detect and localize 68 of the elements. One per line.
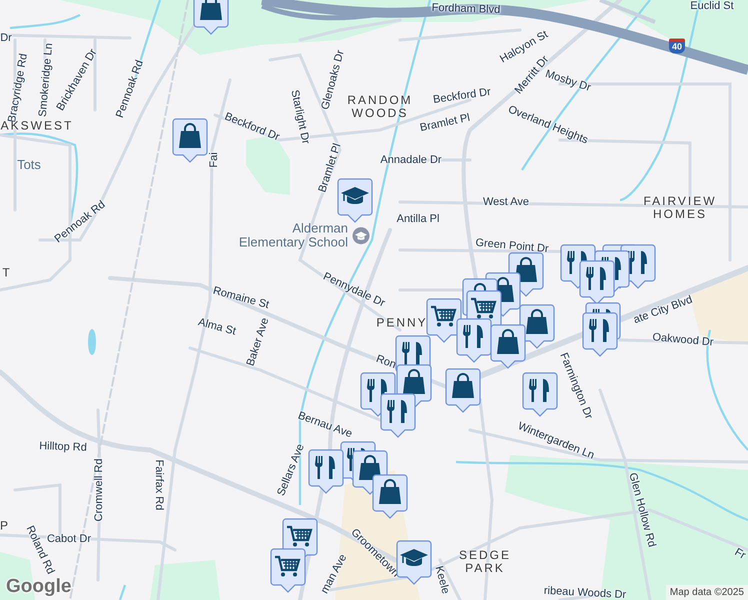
fork-and-knife-icon xyxy=(387,400,407,423)
street-label: Antilla Pl xyxy=(396,212,440,226)
street-label: Ron xyxy=(374,352,398,372)
graduation-cap-icon xyxy=(352,227,370,245)
street-label: Sellars Ave xyxy=(275,442,307,498)
map-attribution: Map data ©2025 xyxy=(666,585,748,600)
street-label: Beckford Dr xyxy=(432,86,492,106)
shopping-bag-icon xyxy=(379,479,401,504)
park-area xyxy=(150,560,220,600)
street-label: Bernau Ave xyxy=(296,410,354,440)
street-label: ate City Blvd xyxy=(632,294,694,326)
neighborhood-label: PENNY xyxy=(376,316,428,330)
street-label: Fairfax Rd xyxy=(152,460,166,510)
street-label: Alma St xyxy=(196,316,238,338)
street-label: Dr xyxy=(0,32,12,44)
street-label: man Ave xyxy=(318,552,350,596)
shopping-bag-icon xyxy=(497,329,519,354)
street-label: Cromwell Rd xyxy=(92,458,106,522)
fork-and-knife-icon xyxy=(402,342,422,365)
shopping-cart-icon xyxy=(471,298,496,318)
graduation-cap-icon xyxy=(400,549,428,566)
street-label: Bramlet Pl xyxy=(418,112,472,134)
street-label: Fai xyxy=(208,152,220,168)
neighborhood-label: RANDOM WOODS xyxy=(347,94,413,120)
stream xyxy=(118,584,126,600)
map-logo: Google xyxy=(6,576,72,598)
pond xyxy=(88,329,96,355)
shopping-cart-icon xyxy=(431,306,456,326)
street-label: Smokeridge Ln xyxy=(36,42,56,118)
street-label: Glenoaks Dr xyxy=(319,48,347,112)
street-label: Fordham Blvd xyxy=(432,2,500,16)
fork-and-knife-icon xyxy=(586,267,606,290)
neighborhood-label: P xyxy=(0,519,10,533)
graduation-cap-icon xyxy=(341,187,369,204)
street-label: ribeau Woods Dr xyxy=(544,584,626,600)
street-label: Mosby Dr xyxy=(544,68,592,94)
fork-and-knife-icon xyxy=(315,456,335,479)
shopping-cart-icon xyxy=(287,526,312,546)
street-label: Fr xyxy=(732,546,748,562)
street-label: Romaine St xyxy=(212,284,270,312)
neighborhood-label: SEDGE PARK xyxy=(459,548,511,576)
street-label: Annadale Dr xyxy=(380,154,442,166)
place-label: Alderman Elementary School xyxy=(238,222,348,250)
street-label: Glen Hollow Rd xyxy=(626,472,658,548)
street-label: Keele xyxy=(432,564,452,596)
stream xyxy=(10,14,80,30)
street-label: Hilltop Rd xyxy=(38,440,88,454)
fork-and-knife-icon xyxy=(627,251,647,274)
highway-shield: 40 xyxy=(669,38,685,54)
fork-and-knife-icon xyxy=(589,319,609,342)
shopping-bag-icon xyxy=(200,0,222,20)
shopping-bag-icon xyxy=(179,123,201,148)
street-label: West Ave xyxy=(482,196,530,208)
fork-and-knife-icon xyxy=(529,379,549,402)
neighborhood-label: FAIRVIEW HOMES xyxy=(643,194,717,222)
shopping-bag-icon xyxy=(526,309,548,334)
place-label: Tots xyxy=(17,158,41,172)
street-label: Starlight Dr xyxy=(288,88,312,146)
shopping-bag-icon xyxy=(452,373,474,398)
street-label: Cabot Dr xyxy=(46,532,92,545)
street-label: Green Point Dr xyxy=(474,236,550,256)
fork-and-knife-icon xyxy=(463,325,483,348)
shopping-bag-icon xyxy=(403,369,425,394)
neighborhood-label: T xyxy=(2,266,12,280)
shopping-cart-icon xyxy=(275,556,300,576)
street-label: Oakwood Dr xyxy=(652,331,714,349)
street-label: Euclid St xyxy=(690,0,734,12)
street-label: Baker Ave xyxy=(244,316,272,368)
